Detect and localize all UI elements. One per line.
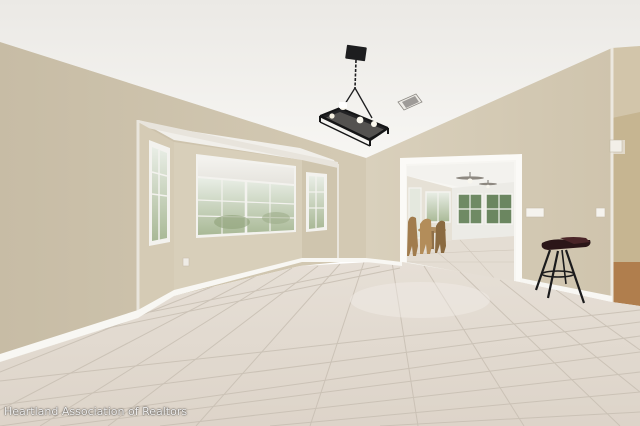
watermark-text: Heartland Association of Realtors: [4, 405, 188, 418]
room-photo: Heartland Association of Realtors: [0, 0, 640, 426]
wall-outlet: [182, 257, 190, 267]
bay-window-center: [196, 154, 296, 238]
room-illustration: [0, 0, 640, 426]
wall-switch: [595, 207, 606, 218]
bay-window-right: [306, 172, 327, 232]
adjacent-room-right: [610, 46, 640, 306]
light-switch-plate: [525, 207, 545, 218]
doorway: [400, 154, 522, 284]
bay-window-left: [149, 140, 170, 246]
wall-thermostat: [609, 139, 623, 153]
